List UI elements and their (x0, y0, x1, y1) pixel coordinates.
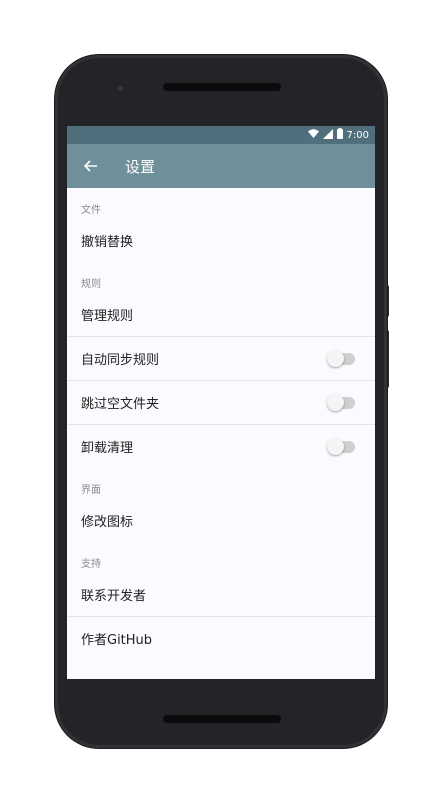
setting-change-icon[interactable]: 修改图标 (67, 498, 375, 542)
setting-manage-rules[interactable]: 管理规则 (67, 292, 375, 336)
setting-label: 跳过空文件夹 (81, 397, 160, 412)
setting-label: 自动同步规则 (81, 353, 160, 368)
section-header-file: 文件 (81, 205, 101, 216)
setting-label: 管理规则 (81, 308, 134, 324)
battery-icon (336, 128, 343, 142)
signal-icon (322, 128, 333, 142)
section-header-interface: 界面 (81, 485, 101, 496)
setting-label: 卸载清理 (81, 441, 134, 456)
front-camera (118, 86, 123, 91)
setting-label: 作者GitHub (81, 633, 153, 648)
section-header-rules: 规则 (81, 279, 101, 290)
setting-label: 联系开发者 (81, 588, 147, 604)
settings-list: 文件 撤销替换 规则 管理规则 自动同步规则 跳过空文件夹 卸载清理 界面 修改… (67, 188, 375, 660)
auto-sync-toggle[interactable] (327, 349, 355, 367)
back-arrow-icon[interactable] (69, 144, 113, 188)
phone-frame: 7:00 设置 文件 撤销替换 规则 管理规则 自动同步规则 跳过空文件夹 卸载… (55, 55, 387, 748)
status-time: 7:00 (346, 129, 369, 141)
setting-auto-sync-rules[interactable]: 自动同步规则 (67, 336, 375, 380)
top-speaker (163, 83, 281, 91)
bottom-speaker (163, 715, 281, 723)
setting-author-github[interactable]: 作者GitHub (67, 616, 375, 660)
uninstall-cleanup-toggle[interactable] (327, 437, 355, 455)
status-bar: 7:00 (67, 126, 375, 144)
page-title: 设置 (125, 157, 156, 176)
setting-uninstall-cleanup[interactable]: 卸载清理 (67, 424, 375, 468)
setting-label: 撤销替换 (81, 234, 134, 250)
app-screen: 7:00 设置 文件 撤销替换 规则 管理规则 自动同步规则 跳过空文件夹 卸载… (67, 126, 375, 679)
setting-label: 修改图标 (81, 514, 134, 530)
skip-empty-toggle[interactable] (327, 393, 355, 411)
app-toolbar: 设置 (67, 144, 375, 188)
section-header-support: 支持 (81, 559, 101, 570)
setting-skip-empty-folders[interactable]: 跳过空文件夹 (67, 380, 375, 424)
setting-undo-replace[interactable]: 撤销替换 (67, 218, 375, 262)
setting-contact-developer[interactable]: 联系开发者 (67, 572, 375, 616)
wifi-icon (307, 129, 319, 141)
